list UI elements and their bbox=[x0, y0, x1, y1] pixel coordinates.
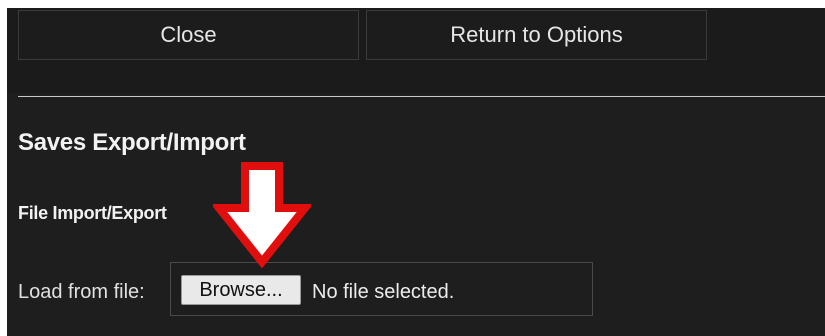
section-title: Saves Export/Import bbox=[18, 129, 246, 156]
browse-button[interactable]: Browse... bbox=[181, 275, 301, 305]
left-edge bbox=[0, 0, 7, 336]
divider bbox=[18, 96, 825, 97]
file-status-text: No file selected. bbox=[312, 281, 455, 303]
saves-panel: Close Return to Options Saves Export/Imp… bbox=[0, 0, 825, 336]
load-from-file-label: Load from file: bbox=[18, 281, 145, 303]
top-edge bbox=[0, 0, 825, 8]
subsection-title: File Import/Export bbox=[18, 203, 167, 223]
return-to-options-button[interactable]: Return to Options bbox=[366, 10, 707, 60]
close-button[interactable]: Close bbox=[18, 10, 359, 60]
file-input[interactable]: Browse... No file selected. bbox=[170, 262, 593, 316]
down-arrow-icon bbox=[213, 162, 311, 268]
